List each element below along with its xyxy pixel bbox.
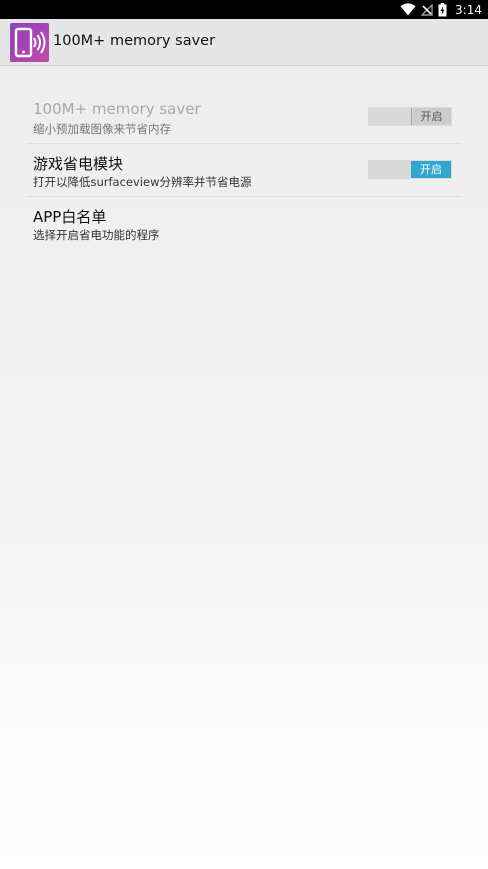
pref-memory-saver[interactable]: 100M+ memory saver 缩小预加载图像来节省内存 开启 [26,91,462,144]
pref-title: 100M+ memory saver [33,100,201,118]
status-bar: 3:14 [0,0,488,19]
toggle-label: 开启 [411,108,451,125]
pref-summary: 缩小预加载图像来节省内存 [33,122,171,136]
memory-saver-toggle[interactable]: 开启 [368,107,452,126]
game-power-saving-toggle[interactable]: 开启 [368,160,452,179]
pref-summary: 打开以降低surfaceview分辨率并节省电源 [33,175,252,189]
phone-signal-app-icon [10,23,49,62]
preference-list: 100M+ memory saver 缩小预加载图像来节省内存 开启 游戏省电模… [26,91,462,249]
status-icons: 3:14 [400,0,482,19]
pref-game-power-saving[interactable]: 游戏省电模块 打开以降低surfaceview分辨率并节省电源 开启 [26,144,462,197]
pref-app-whitelist[interactable]: APP白名单 选择开启省电功能的程序 [26,197,462,249]
wifi-icon [400,3,416,16]
no-signal-icon [421,3,433,16]
status-time: 3:14 [455,2,482,17]
app-title: 100M+ memory saver [53,33,216,49]
battery-charging-icon [438,2,447,17]
toggle-label: 开启 [411,161,451,178]
pref-summary: 选择开启省电功能的程序 [33,228,160,242]
pref-title: 游戏省电模块 [33,155,124,173]
pref-title: APP白名单 [33,208,107,226]
action-bar: 100M+ memory saver [0,19,488,66]
